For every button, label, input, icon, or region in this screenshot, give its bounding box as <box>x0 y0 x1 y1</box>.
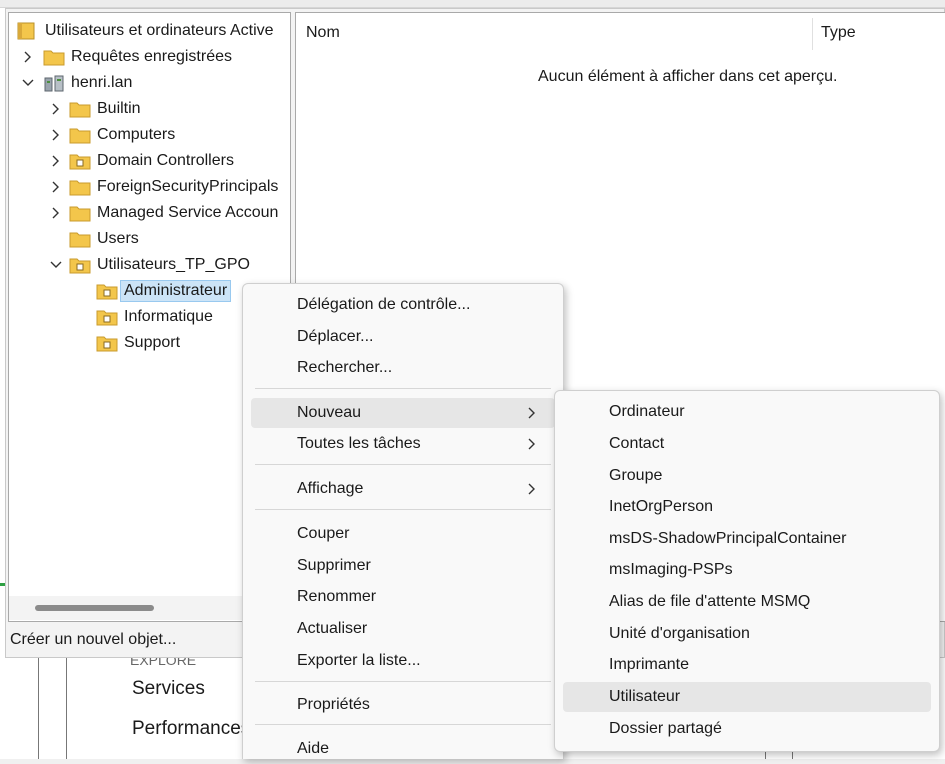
menu-item-aide[interactable]: Aide <box>251 734 555 764</box>
tree-item-builtin[interactable]: Builtin <box>49 96 141 122</box>
menu-separator <box>255 724 551 725</box>
submenu-nouveau: Ordinateur Contact Groupe InetOrgPerson … <box>554 390 940 752</box>
chevron-right-icon <box>527 482 537 501</box>
submenu-item-dossier-partage[interactable]: Dossier partagé <box>563 714 931 744</box>
submenu-item-contact[interactable]: Contact <box>563 429 931 459</box>
tree-item-root[interactable]: Utilisateurs et ordinateurs Active <box>17 18 274 44</box>
tree-label: henri.lan <box>71 74 133 91</box>
tree-label: Utilisateurs_TP_GPO <box>97 256 250 273</box>
menu-item-deplacer[interactable]: Déplacer... <box>251 322 555 352</box>
submenu-item-msmq-alias[interactable]: Alias de file d'attente MSMQ <box>563 587 931 617</box>
menu-item-toutes-les-taches[interactable]: Toutes les tâches <box>251 429 555 459</box>
menu-item-affichage[interactable]: Affichage <box>251 474 555 504</box>
menu-item-label: Nouveau <box>297 404 362 421</box>
folder-icon <box>69 100 91 118</box>
menu-item-label: Affichage <box>297 480 364 497</box>
background-toolbar <box>0 0 945 8</box>
chevron-down-icon[interactable] <box>49 258 63 272</box>
menu-item-renommer[interactable]: Renommer <box>251 582 555 612</box>
tree-label: Builtin <box>97 100 141 117</box>
folder-icon <box>69 178 91 196</box>
tree-item-foreign-security-principals[interactable]: ForeignSecurityPrincipals <box>49 174 278 200</box>
chevron-right-icon[interactable] <box>21 50 35 64</box>
tree-item-utilisateurs-tp-gpo[interactable]: Utilisateurs_TP_GPO <box>49 252 250 278</box>
chevron-right-icon[interactable] <box>49 180 63 194</box>
tree-label: Administrateur <box>119 280 232 302</box>
submenu-item-inetorgperson[interactable]: InetOrgPerson <box>563 492 931 522</box>
submenu-item-shadowprincipalcontainer[interactable]: msDS-ShadowPrincipalContainer <box>563 524 931 554</box>
submenu-item-unite-organisation[interactable]: Unité d'organisation <box>563 619 931 649</box>
tree-label: Utilisateurs et ordinateurs Active <box>45 22 274 39</box>
context-menu: Délégation de contrôle... Déplacer... Re… <box>242 283 564 759</box>
menu-separator <box>255 464 551 465</box>
tree-label: Support <box>124 334 181 351</box>
background-item-performances[interactable]: Performances <box>132 718 250 740</box>
ou-icon <box>96 282 118 300</box>
menu-item-actualiser[interactable]: Actualiser <box>251 614 555 644</box>
tree-label: Computers <box>97 126 176 143</box>
menu-item-supprimer[interactable]: Supprimer <box>251 551 555 581</box>
menu-item-exporter-liste[interactable]: Exporter la liste... <box>251 646 555 676</box>
chevron-right-icon[interactable] <box>49 154 63 168</box>
chevron-right-icon <box>527 406 537 425</box>
column-header-name[interactable]: Nom <box>306 16 340 50</box>
menu-separator <box>255 509 551 510</box>
ou-icon <box>69 256 91 274</box>
tree-label: Domain Controllers <box>97 152 234 169</box>
folder-icon <box>43 48 65 66</box>
tree-label: ForeignSecurityPrincipals <box>97 178 279 195</box>
menu-item-delegation[interactable]: Délégation de contrôle... <box>251 290 555 320</box>
menu-item-label: Toutes les tâches <box>297 435 421 452</box>
submenu-item-msimaging-psps[interactable]: msImaging-PSPs <box>563 555 931 585</box>
tree-item-support[interactable]: Support <box>96 330 180 356</box>
tree-item-saved-queries[interactable]: Requêtes enregistrées <box>21 44 232 70</box>
menu-item-couper[interactable]: Couper <box>251 519 555 549</box>
ou-icon <box>96 334 118 352</box>
chevron-down-icon[interactable] <box>21 76 35 90</box>
column-header-type[interactable]: Type <box>821 16 856 50</box>
tree-item-computers[interactable]: Computers <box>49 122 175 148</box>
background-divider <box>66 655 67 759</box>
scrollbar-thumb[interactable] <box>35 605 154 611</box>
tree-item-users[interactable]: Users <box>69 226 139 252</box>
chevron-right-icon[interactable] <box>49 102 63 116</box>
chevron-right-icon[interactable] <box>49 206 63 220</box>
chevron-right-icon <box>527 437 537 456</box>
tree-item-administrateur[interactable]: Administrateur <box>96 278 232 304</box>
ou-icon <box>69 152 91 170</box>
folder-icon <box>69 230 91 248</box>
menu-separator <box>255 681 551 682</box>
submenu-item-imprimante[interactable]: Imprimante <box>563 650 931 680</box>
submenu-item-ordinateur[interactable]: Ordinateur <box>563 397 931 427</box>
tree-item-domain-controllers[interactable]: Domain Controllers <box>49 148 234 174</box>
menu-item-rechercher[interactable]: Rechercher... <box>251 353 555 383</box>
menu-item-proprietes[interactable]: Propriétés <box>251 690 555 720</box>
domain-icon <box>43 74 65 92</box>
folder-icon <box>69 204 91 222</box>
menu-separator <box>255 388 551 389</box>
empty-list-message: Aucun élément à afficher dans cet aperçu… <box>538 68 838 85</box>
ad-root-icon <box>17 22 39 40</box>
submenu-item-utilisateur[interactable]: Utilisateur <box>563 682 931 712</box>
tree-label: Informatique <box>124 308 213 325</box>
tree-label: Users <box>97 230 139 247</box>
menu-item-nouveau[interactable]: Nouveau <box>251 398 555 428</box>
background-divider <box>38 655 39 759</box>
ou-icon <box>96 308 118 326</box>
tree-item-informatique[interactable]: Informatique <box>96 304 213 330</box>
background-item-services[interactable]: Services <box>132 678 205 700</box>
tree-label: Requêtes enregistrées <box>71 48 232 65</box>
column-divider[interactable] <box>812 18 813 50</box>
chevron-right-icon[interactable] <box>49 128 63 142</box>
folder-icon <box>69 126 91 144</box>
submenu-item-groupe[interactable]: Groupe <box>563 461 931 491</box>
tree-item-domain[interactable]: henri.lan <box>21 70 132 96</box>
tree-label: Managed Service Accoun <box>97 204 279 221</box>
tree-item-managed-service-accounts[interactable]: Managed Service Accoun <box>49 200 278 226</box>
